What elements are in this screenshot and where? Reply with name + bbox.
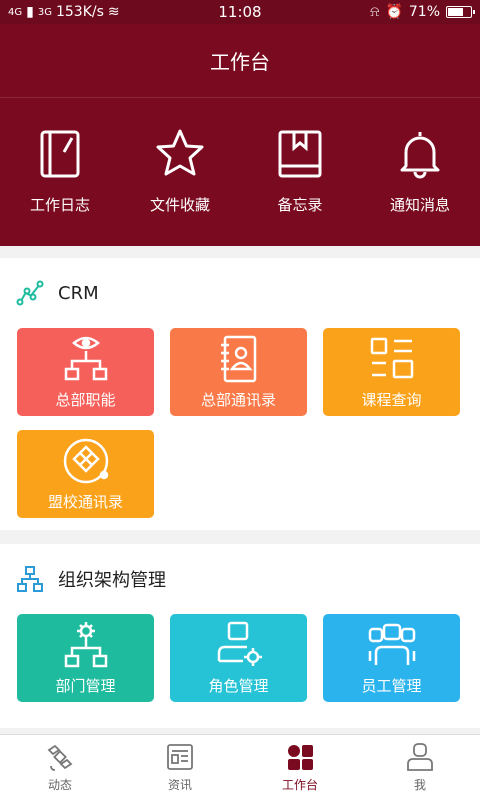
- list-layout-icon: [370, 337, 413, 379]
- star-icon: [156, 129, 204, 176]
- satellite-icon: [47, 744, 73, 771]
- tile-hq-contacts[interactable]: 总部通讯录: [170, 328, 307, 416]
- trend-line-icon: [16, 280, 44, 306]
- tile-school-contacts[interactable]: 盟校通讯录: [17, 430, 154, 518]
- news-icon: [167, 744, 193, 770]
- tile-role-management[interactable]: 角色管理: [170, 614, 307, 702]
- bottom-tabbar: 动态 资讯 工作台 我: [0, 734, 480, 800]
- status-bar: 4G ▮ 3G 153K/s ≋ 11:08 ⍾ ⏰ 71%: [0, 0, 480, 24]
- tile-hq-contacts-label: 总部通讯录: [200, 391, 276, 409]
- signal-3g-icon: 3G: [37, 6, 52, 18]
- tab-workbench-label: 工作台: [281, 778, 318, 792]
- tile-hq-functions-label: 总部职能: [55, 391, 116, 409]
- tile-course-query[interactable]: 课程查询: [323, 328, 460, 416]
- tab-me-label: 我: [413, 778, 426, 792]
- quick-memo-label: 备忘录: [277, 196, 323, 214]
- quick-file-favorites-label: 文件收藏: [149, 196, 210, 214]
- tile-school-contacts-label: 盟校通讯录: [47, 493, 123, 511]
- user-icon: [407, 743, 433, 771]
- bookmark-book-icon: [278, 130, 322, 178]
- quick-memo[interactable]: 备忘录: [245, 128, 355, 215]
- notebook-icon: [40, 130, 80, 178]
- quick-actions: 工作日志 文件收藏 备忘录 通知消息: [0, 98, 480, 215]
- tab-dynamics[interactable]: 动态: [0, 735, 120, 800]
- clock: 11:08: [218, 3, 262, 21]
- tile-role-management-label: 角色管理: [208, 677, 269, 695]
- quick-notifications-label: 通知消息: [389, 196, 450, 214]
- crm-tiles: 总部职能 总部通讯录 课程查询 盟校通讯录: [0, 328, 480, 518]
- tile-department-management[interactable]: 部门管理: [17, 614, 154, 702]
- staff-group-icon: [368, 623, 415, 665]
- workbench-header: 工作台 工作日志 文件收藏 备忘录 通知消息: [0, 24, 480, 246]
- signal-bars-icon: ▮: [26, 4, 34, 20]
- tile-department-management-label: 部门管理: [55, 677, 116, 695]
- signal-icon: 4G: [8, 6, 23, 18]
- role-gear-icon: [217, 621, 262, 666]
- crm-header: CRM: [0, 258, 480, 328]
- battery-percent: 71%: [408, 4, 440, 20]
- crm-title: CRM: [58, 282, 99, 304]
- diamond-network-icon: [63, 438, 108, 484]
- department-gear-icon: [64, 622, 107, 668]
- tile-staff-management-label: 员工管理: [361, 677, 422, 695]
- battery-icon: [446, 6, 475, 18]
- tab-workbench[interactable]: 工作台: [240, 735, 360, 800]
- tab-dynamics-label: 动态: [47, 778, 72, 792]
- quick-notifications[interactable]: 通知消息: [365, 128, 475, 215]
- tab-me[interactable]: 我: [360, 735, 480, 800]
- address-book-icon: [220, 335, 256, 383]
- tile-hq-functions[interactable]: 总部职能: [17, 328, 154, 416]
- tab-news[interactable]: 资讯: [120, 735, 240, 800]
- crm-section: CRM 总部职能 总部通讯录 课程查询 盟校通讯录: [0, 258, 480, 530]
- bell-icon: [400, 132, 440, 179]
- quick-file-favorites[interactable]: 文件收藏: [125, 128, 235, 215]
- alarm-icon: ⏰: [385, 4, 403, 20]
- org-chart-icon: [17, 566, 43, 592]
- wifi-icon: ≋: [107, 4, 120, 20]
- quick-work-log-label: 工作日志: [29, 196, 90, 214]
- quick-work-log[interactable]: 工作日志: [5, 128, 115, 215]
- network-speed: 153K/s: [55, 4, 104, 20]
- silent-bell-icon: ⍾: [370, 4, 380, 20]
- org-tiles: 部门管理 角色管理 员工管理: [0, 614, 480, 702]
- org-eye-icon: [64, 336, 107, 381]
- grid-icon: [288, 745, 313, 770]
- org-title: 组织架构管理: [58, 570, 166, 591]
- tile-staff-management[interactable]: 员工管理: [323, 614, 460, 702]
- page-title: 工作台: [0, 24, 480, 98]
- org-section: 组织架构管理 部门管理 角色管理 员工管理: [0, 544, 480, 728]
- tile-course-query-label: 课程查询: [361, 391, 422, 409]
- org-header: 组织架构管理: [0, 544, 480, 614]
- tab-news-label: 资讯: [167, 778, 192, 792]
